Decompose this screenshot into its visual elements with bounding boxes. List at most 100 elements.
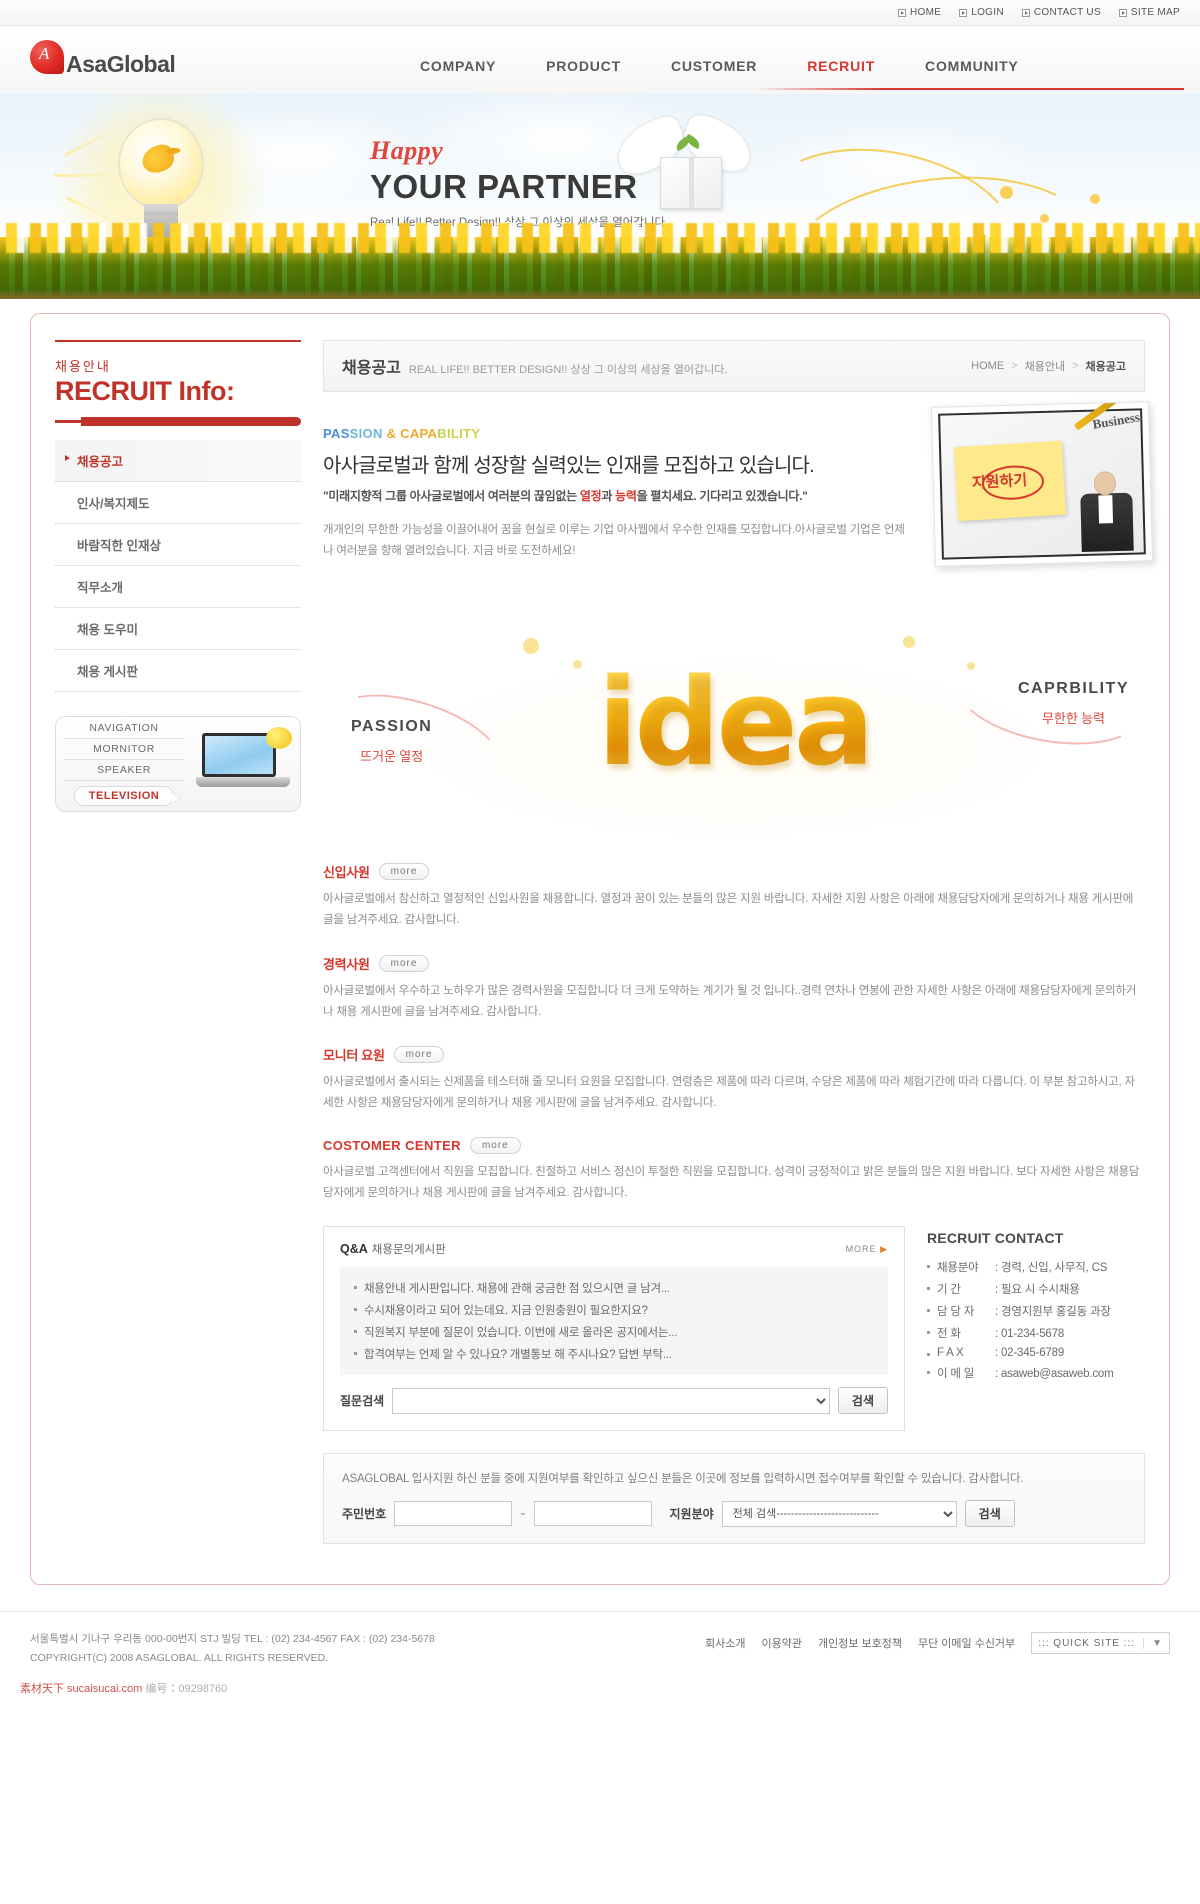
product-category-list: NAVIGATION MORNITOR SPEAKER TELEVISION xyxy=(64,718,184,810)
capability-label-group: CAPRBILITY 무한한 능력 xyxy=(1018,680,1129,727)
utility-link-contact-us[interactable]: CONTACT US xyxy=(1021,7,1101,18)
nav-item-product[interactable]: PRODUCT xyxy=(546,58,621,74)
utility-link-label: LOGIN xyxy=(971,7,1004,18)
utility-links: HOME LOGIN CONTACT US SITE MAP xyxy=(898,7,1180,18)
nav-item-community[interactable]: COMMUNITY xyxy=(925,58,1019,74)
passion-label-group: PASSION 뜨거운 열정 xyxy=(351,718,432,765)
application-status-form: 주민번호 - 지원분야 전체 검색-----------------------… xyxy=(342,1500,1126,1528)
site-logo[interactable]: AsaGlobal xyxy=(30,40,176,77)
idea-banner: idea PASSION 뜨거운 열정 CAPRBILITY 무한한 능력 xyxy=(323,622,1152,852)
job-more-button[interactable]: more xyxy=(393,1046,445,1064)
watermark-site: 素材天下 sucaisucai.com xyxy=(20,1682,143,1695)
breadcrumb-separator: > xyxy=(1072,360,1079,372)
footer-link-privacy[interactable]: 개인정보 보호정책 xyxy=(818,1635,902,1651)
apply-field-select[interactable]: 전체 검색---------------------------- xyxy=(721,1500,957,1527)
contact-row-manager: 담 당 자: 경영지원부 홍길동 과장 xyxy=(927,1300,1145,1322)
footer-link-about[interactable]: 회사소개 xyxy=(705,1635,745,1651)
contact-row-email: 이 메 일: asaweb@asaweb.com xyxy=(927,1362,1145,1384)
footer-link-no-spam[interactable]: 무단 이메일 수신거부 xyxy=(918,1635,1015,1651)
job-more-button[interactable]: more xyxy=(378,954,430,972)
intro-paragraph: 개개인의 무한한 가능성을 이끌어내어 꿈을 현실로 이루는 기업 아사웹에서 … xyxy=(323,524,905,557)
contact-value: : asaweb@asaweb.com xyxy=(995,1368,1114,1381)
nav-item-company[interactable]: COMPANY xyxy=(420,58,496,74)
qna-item-list: 채용안내 게시판입니다. 채용에 관해 궁금한 점 있으시면 글 남겨... 수… xyxy=(340,1267,888,1376)
category-television[interactable]: TELEVISION xyxy=(73,785,175,806)
category-television-wrap: TELEVISION xyxy=(64,781,184,810)
field-separator: - xyxy=(520,1504,526,1522)
category-mornitor[interactable]: MORNITOR xyxy=(64,739,184,760)
global-nav: COMPANY PRODUCT CUSTOMER RECRUIT COMMUNI… xyxy=(420,58,1019,74)
apply-status-search-button[interactable]: 검색 xyxy=(964,1500,1015,1528)
breadcrumb: HOME > 채용안내 > 채용공고 xyxy=(971,358,1126,374)
contact-key: 기 간 xyxy=(937,1284,961,1297)
contact-key: F A X xyxy=(937,1347,964,1360)
sidebar-item-ideal-talent[interactable]: 바람직한 인재상 xyxy=(55,524,301,566)
utility-link-login[interactable]: LOGIN xyxy=(959,7,1004,18)
job-header: 경력사원 more xyxy=(323,954,1145,973)
sidebar-item-hr-welfare[interactable]: 인사/복지제도 xyxy=(55,482,301,524)
main-content: 채용공고 REAL LIFE!! BETTER DESIGN!! 상상 그 이상… xyxy=(323,340,1154,1545)
job-entry-monitor: 모니터 요원 more 아사글로벌에서 출시되는 신제품을 테스터해 줄 모니터… xyxy=(323,1045,1145,1115)
list-item[interactable]: 합격여부는 언제 알 수 있나요? 개별통보 해 주시나요? 답변 부탁... xyxy=(352,1343,876,1365)
dot-decoration xyxy=(1040,214,1049,223)
list-item[interactable]: 채용안내 게시판입니다. 채용에 관해 궁금한 점 있으시면 글 남겨... xyxy=(352,1277,876,1299)
sidebar: 채용안내 RECRUIT Info: 채용공고 인사/복지제도 바람직한 인재상… xyxy=(55,340,301,1544)
job-more-button[interactable]: more xyxy=(469,1136,521,1154)
breadcrumb-home[interactable]: HOME xyxy=(971,360,1004,372)
sidebar-item-job-intro[interactable]: 직무소개 xyxy=(55,566,301,608)
businessman-head xyxy=(1093,471,1117,496)
utility-link-home[interactable]: HOME xyxy=(898,7,941,18)
qna-board: Q&A 채용문의게시판 MORE ▶ 채용안내 게시판입니다. 채용에 관해 궁금… xyxy=(323,1226,905,1432)
nav-item-recruit[interactable]: RECRUIT xyxy=(807,58,875,74)
job-list: 신입사원 more 아사글로벌에서 참신하고 열정적인 신입사원을 채용합니다.… xyxy=(323,862,1145,1204)
sidebar-item-recruit-board[interactable]: 채용 게시판 xyxy=(55,650,301,692)
list-item[interactable]: 수시채용이라고 되어 있는데요. 지금 인원충원이 필요한지요? xyxy=(352,1299,876,1321)
capability-label-kr: 무한한 능력 xyxy=(1041,711,1106,726)
job-entry-customer-center: COSTOMER CENTER more 아사글로벌 고객센터에서 직원을 모집… xyxy=(323,1136,1145,1205)
product-category-widget: NAVIGATION MORNITOR SPEAKER TELEVISION xyxy=(55,715,301,812)
gift-box-icon xyxy=(660,157,722,210)
bubble-decoration xyxy=(967,662,975,670)
laptop-screen xyxy=(202,732,276,777)
quick-site-select[interactable]: ::: QUICK SITE ::: ▼ xyxy=(1031,1632,1170,1655)
qna-search-select[interactable] xyxy=(392,1387,830,1414)
recruit-contact-list: 채용분야: 경력, 신입, 사무직, CS 기 간: 필요 시 수시채용 담 당… xyxy=(927,1256,1145,1384)
application-status-box: ASAGLOBAL 입사지원 하신 분들 중에 지원여부를 확인하고 싶으신 분… xyxy=(323,1453,1145,1545)
businessman-shirt xyxy=(1098,495,1114,524)
sidebar-item-label: 채용 도우미 xyxy=(77,622,138,637)
job-description: 아사글로벌에서 우수하고 노하우가 많은 경력사원을 모집합니다 더 크게 도약… xyxy=(323,984,1137,1018)
page-title-group: 채용공고 REAL LIFE!! BETTER DESIGN!! 상상 그 이상… xyxy=(342,354,727,378)
qna-search-button[interactable]: 검색 xyxy=(837,1387,888,1415)
footer-link-terms[interactable]: 이용약관 xyxy=(761,1635,801,1651)
utility-bar: HOME LOGIN CONTACT US SITE MAP xyxy=(0,0,1200,26)
job-more-button[interactable]: more xyxy=(378,863,430,880)
qna-more-link[interactable]: MORE ▶ xyxy=(846,1244,888,1255)
sidebar-item-recruit-helper[interactable]: 채용 도우미 xyxy=(55,608,301,650)
lemon-icon xyxy=(266,726,292,749)
sidebar-item-label: 바람직한 인재상 xyxy=(77,538,161,553)
utility-link-label: SITE MAP xyxy=(1130,7,1180,18)
breadcrumb-recruit-info[interactable]: 채용안내 xyxy=(1025,358,1065,374)
page-root: HOME LOGIN CONTACT US SITE MAP AsaGlobal… xyxy=(0,0,1200,1710)
intro-quote: "미래지향적 그룹 아사글로벌에서 여러분의 끊임없는 열정과 능력을 펼치세요… xyxy=(323,487,915,504)
utility-link-site-map[interactable]: SITE MAP xyxy=(1118,7,1180,18)
qna-header: Q&A 채용문의게시판 MORE ▶ xyxy=(340,1241,888,1257)
nav-item-customer[interactable]: CUSTOMER xyxy=(671,58,757,74)
category-speaker[interactable]: SPEAKER xyxy=(64,760,184,781)
resident-number-field-1[interactable] xyxy=(394,1501,513,1527)
qna-title-kr: 채용문의게시판 xyxy=(371,1244,446,1257)
hero-title: YOUR PARTNER xyxy=(370,168,638,205)
resident-number-field-2[interactable] xyxy=(533,1501,652,1527)
eyebrow-part-3: & CAPA xyxy=(382,426,438,441)
intro-section: PASSION & CAPABILITY 아사글로벌과 함께 성장할 실력있는 … xyxy=(323,401,1154,606)
sidebar-title: RECRUIT Info: xyxy=(55,376,235,406)
contact-key: 채용분야 xyxy=(937,1262,979,1275)
brand-name: AsaGlobal xyxy=(66,51,176,77)
sidebar-item-job-posting[interactable]: 채용공고 xyxy=(55,439,301,482)
category-navigation[interactable]: NAVIGATION xyxy=(64,718,184,739)
sidebar-kr-label: 채용안내 xyxy=(55,359,111,374)
bubble-decoration xyxy=(903,636,915,648)
resident-number-label: 주민번호 xyxy=(342,1507,387,1522)
list-item[interactable]: 직원복지 부분에 질문이 있습니다. 이번에 새로 올라온 공지에서는... xyxy=(352,1321,876,1343)
contact-value: : 필요 시 수시채용 xyxy=(995,1284,1080,1297)
